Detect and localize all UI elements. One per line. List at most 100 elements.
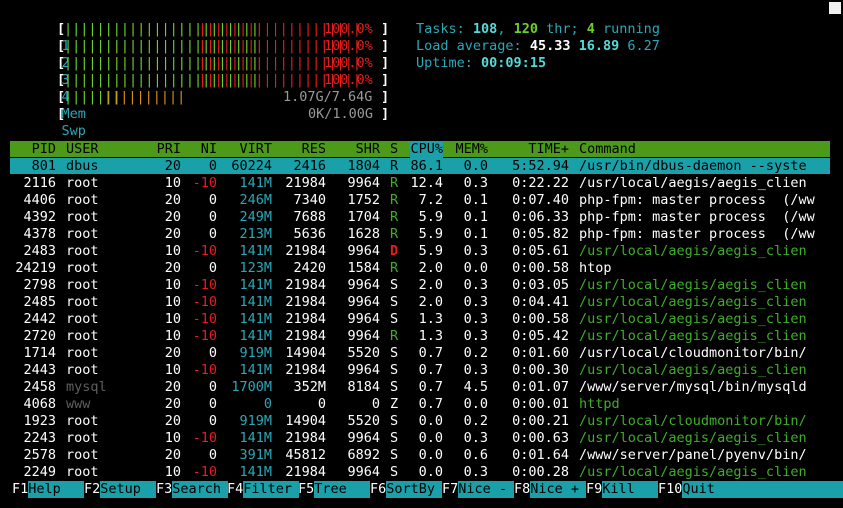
column-header-ni[interactable]: NI <box>201 141 217 158</box>
tasks-label: Tasks: <box>416 21 465 37</box>
process-row[interactable]: 2243 root 10 -10 141M 21984 9964 S 0.0 0.3 0:00.63… <box>0 430 843 447</box>
column-header-user[interactable]: USER <box>66 141 99 158</box>
process-row[interactable]: 4378 root 20 0 213M 5636 1628 R 5.9 0.1 0:05.82 php… <box>0 226 843 243</box>
cell-cmd: /usr/local/aegis/aegis_clien <box>579 311 807 327</box>
fkey-f4[interactable]: F4 <box>227 481 243 498</box>
cell-s: S <box>390 379 399 395</box>
load-label: Load average: <box>416 38 522 54</box>
cell-virt: 391M <box>239 447 272 463</box>
fkey-f2[interactable]: F2 <box>84 481 100 498</box>
cell-time: 0:05.82 <box>512 226 569 242</box>
fkey-f6[interactable]: F6 <box>370 481 386 498</box>
process-row[interactable]: 2485 root 10 -10 141M 21984 9964 S 2.0 0.3 0:04.41… <box>0 294 843 311</box>
fkey-label-filter[interactable]: Filter <box>243 481 299 498</box>
cell-shr: 9964 <box>347 243 380 259</box>
column-header-cpu[interactable]: CPU% <box>410 141 443 158</box>
cell-res: 21984 <box>285 175 326 191</box>
cell-pid: 2249 <box>23 464 56 480</box>
cell-pri: 20 <box>164 260 181 276</box>
cell-pri: 10 <box>164 311 181 327</box>
fkey-f1[interactable]: F1 <box>12 481 28 498</box>
cell-s: S <box>390 345 399 361</box>
fkey-f5[interactable]: F5 <box>298 481 314 498</box>
cell-shr: 5520 <box>347 413 380 429</box>
htop-terminal[interactable]: 1 2 3 4 [|||||||||||||||||||||||| |||||||… <box>0 0 843 508</box>
process-row[interactable]: 2116 root 10 -10 141M 21984 9964 R 12.4 0.3 0:22.2… <box>0 175 843 192</box>
cell-cpu: 5.9 <box>418 226 443 242</box>
cell-shr: 9964 <box>347 311 380 327</box>
column-header-shr[interactable]: SHR <box>356 141 380 158</box>
cell-user: root <box>66 464 99 480</box>
cell-cpu: 1.3 <box>418 311 443 327</box>
fkey-f7[interactable]: F7 <box>442 481 458 498</box>
column-header-mem[interactable]: MEM% <box>455 141 488 158</box>
process-row[interactable]: 2578 root 20 0 391M 45812 6892 S 0.0 0.6 0:01.64/w… <box>0 447 843 464</box>
process-row[interactable]: 24219 root 20 0 123M 2420 1584 R 2.0 0.0 0:00.58 ht… <box>0 260 843 277</box>
cell-s: R <box>390 158 399 174</box>
fkey-f8[interactable]: F8 <box>514 481 530 498</box>
fkey-label-setup[interactable]: Setup <box>100 481 156 498</box>
cell-user: mysql <box>66 379 107 395</box>
column-header-cmd[interactable]: Command <box>579 141 636 158</box>
column-header-res[interactable]: RES <box>302 141 326 158</box>
cell-user: root <box>66 260 99 276</box>
cell-res: 5636 <box>293 226 326 242</box>
column-header-time[interactable]: TIME+ <box>528 141 569 158</box>
process-row[interactable]: 2443 root 10 -10 141M 21984 9964 S 0.7 0.3 0:00.30… <box>0 362 843 379</box>
fkey-f3[interactable]: F3 <box>156 481 172 498</box>
column-header-virt[interactable]: VIRT <box>239 141 272 158</box>
fkey-label-kill[interactable]: Kill <box>602 481 658 498</box>
process-row[interactable]: 4406 root 20 0 246M 7340 1752 R 7.2 0.1 0:07.40 php… <box>0 192 843 209</box>
fkey-label-nice-[interactable]: Nice + <box>530 481 586 498</box>
scrollbar-thumb[interactable] <box>829 2 841 14</box>
process-row[interactable]: 1714 root 20 0 919M 14904 5520 S 0.7 0.2 0:01.60/u… <box>0 345 843 362</box>
process-row[interactable]: 2442 root 10 -10 141M 21984 9964 S 1.3 0.3 0:00.58… <box>0 311 843 328</box>
cell-ni: 0 <box>208 379 217 395</box>
cell-pid: 1923 <box>23 413 56 429</box>
process-row[interactable]: 2458 mysql 20 0 1700M 352M 8184 S 0.7 4.5 0:01.07 /… <box>0 379 843 396</box>
cell-user: root <box>66 345 99 361</box>
cell-mem: 0.3 <box>463 311 488 327</box>
fkey-label-sortby[interactable]: SortBy <box>386 481 442 498</box>
process-row[interactable]: 4392 root 20 0 249M 7688 1704 R 5.9 0.1 0:06.33 php… <box>0 209 843 226</box>
process-row[interactable]: 4068 www 20 0 0 0 0 Z 0.7 0.0 0:00.01 httpd <box>0 396 843 413</box>
cell-cpu: 7.2 <box>418 192 443 208</box>
cell-pid: 24219 <box>15 260 56 276</box>
cell-virt: 919M <box>239 413 272 429</box>
process-row[interactable]: 2798 root 10 -10 141M 21984 9964 S 2.0 0.3 0:03.05… <box>0 277 843 294</box>
fkey-label-quit[interactable]: Quit <box>682 481 843 498</box>
uptime-value: 00:09:15 <box>481 55 547 71</box>
fkey-label-help[interactable]: Help <box>28 481 84 498</box>
cell-pid: 801 <box>31 158 56 174</box>
column-header-s[interactable]: S <box>390 141 398 158</box>
cell-shr: 9964 <box>347 175 380 191</box>
cell-ni: 0 <box>208 345 217 361</box>
fkey-label-nice-[interactable]: Nice - <box>458 481 514 498</box>
tasks-summary: Tasks: 108, 120 thr; 4 running <box>416 21 660 37</box>
fkey-label-tree[interactable]: Tree <box>314 481 370 498</box>
cell-cpu: 0.0 <box>418 464 443 480</box>
column-header-row[interactable]: PID USER PRI NI VIRT RES SHR S CPU% MEM% TIME+ Comm… <box>0 141 843 158</box>
mem-bar-row: [||||||| |||||||||| 1.07G/7.64G] <box>0 89 843 106</box>
fkey-f10[interactable]: F10 <box>658 481 682 498</box>
fkey-f9[interactable]: F9 <box>586 481 602 498</box>
cell-mem: 0.3 <box>463 277 488 293</box>
column-header-pid[interactable]: PID <box>32 141 56 158</box>
process-row[interactable]: 1923 root 20 0 919M 14904 5520 S 0.0 0.2 0:00.21/u… <box>0 413 843 430</box>
process-row[interactable]: 2249 root 10 -10 141M 21984 9964 S 0.0 0.3 0:00.28… <box>0 464 843 481</box>
process-row[interactable]: 801 dbus 20 0 60224 2416 1804 R 86.1 0.0 5:52.94/u… <box>0 158 843 175</box>
cell-shr: 8184 <box>347 379 380 395</box>
cell-pid: 4378 <box>23 226 56 242</box>
cell-ni: 0 <box>208 226 217 242</box>
fkey-label-search[interactable]: Search <box>172 481 228 498</box>
mem-cache-bar: |||||||||| <box>104 89 186 105</box>
cell-mem: 0.0 <box>463 260 488 276</box>
process-row[interactable]: 2720 root 10 -10 141M 21984 9964 R 1.3 0.3 0:05.42… <box>0 328 843 345</box>
cell-ni: -10 <box>192 175 217 191</box>
column-header-pri[interactable]: PRI <box>157 141 181 158</box>
cell-pri: 20 <box>164 396 181 412</box>
process-row[interactable]: 2483 root 10 -10 141M 21984 9964 D 5.9 0.3 0:05.61… <box>0 243 843 260</box>
cell-mem: 0.1 <box>463 192 488 208</box>
cell-pid: 2243 <box>23 430 56 446</box>
cell-user: root <box>66 430 99 446</box>
